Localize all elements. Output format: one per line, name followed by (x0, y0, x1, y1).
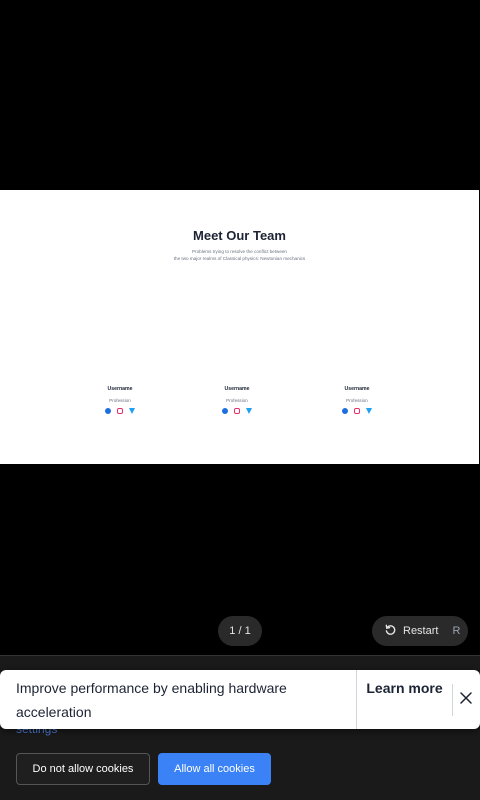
toast-divider (452, 684, 453, 716)
close-icon[interactable] (456, 688, 476, 708)
instagram-icon[interactable] (354, 408, 360, 414)
member-profession: Profession (226, 398, 248, 403)
instagram-icon[interactable] (117, 408, 123, 414)
facebook-icon[interactable] (105, 408, 111, 414)
member-profession: Profession (109, 398, 131, 403)
member-socials (327, 408, 387, 414)
slide-subtitle-line-2: the two major realms of Classical physic… (173, 256, 306, 261)
slide-subtitle: Problems trying to resolve the conflict … (0, 248, 479, 262)
facebook-icon[interactable] (222, 408, 228, 414)
member-profession: Profession (346, 398, 368, 403)
hardware-acceleration-toast: Improve performance by enabling hardware… (0, 670, 480, 729)
member-socials (90, 408, 150, 414)
toast-message: Improve performance by enabling hardware… (16, 680, 287, 720)
presentation-viewer: Meet Our Team Problems trying to resolve… (0, 0, 480, 655)
restart-icon (384, 623, 397, 639)
learn-more-button[interactable]: Learn more (357, 676, 452, 700)
slide: Meet Our Team Problems trying to resolve… (0, 190, 479, 464)
team-member-card: Username Profession (90, 386, 150, 414)
member-username: Username (107, 386, 133, 392)
twitter-icon[interactable] (366, 408, 372, 414)
page-indicator: 1 / 1 (218, 616, 262, 646)
slide-title: Meet Our Team (193, 228, 286, 243)
twitter-icon[interactable] (246, 408, 252, 414)
restart-button[interactable]: Restart R (372, 616, 468, 646)
member-socials (207, 408, 267, 414)
instagram-icon[interactable] (234, 408, 240, 414)
restart-shortcut-key: R (452, 625, 461, 637)
deny-cookies-button[interactable]: Do not allow cookies (16, 753, 150, 785)
team-member-card: Username Profession (207, 386, 267, 414)
team-member-card: Username Profession (327, 386, 387, 414)
facebook-icon[interactable] (342, 408, 348, 414)
allow-cookies-button[interactable]: Allow all cookies (158, 753, 271, 785)
member-username: Username (344, 386, 370, 392)
restart-label: Restart (403, 625, 439, 637)
twitter-icon[interactable] (129, 408, 135, 414)
member-username: Username (224, 386, 250, 392)
slide-subtitle-line-1: Problems trying to resolve the conflict … (192, 249, 287, 254)
